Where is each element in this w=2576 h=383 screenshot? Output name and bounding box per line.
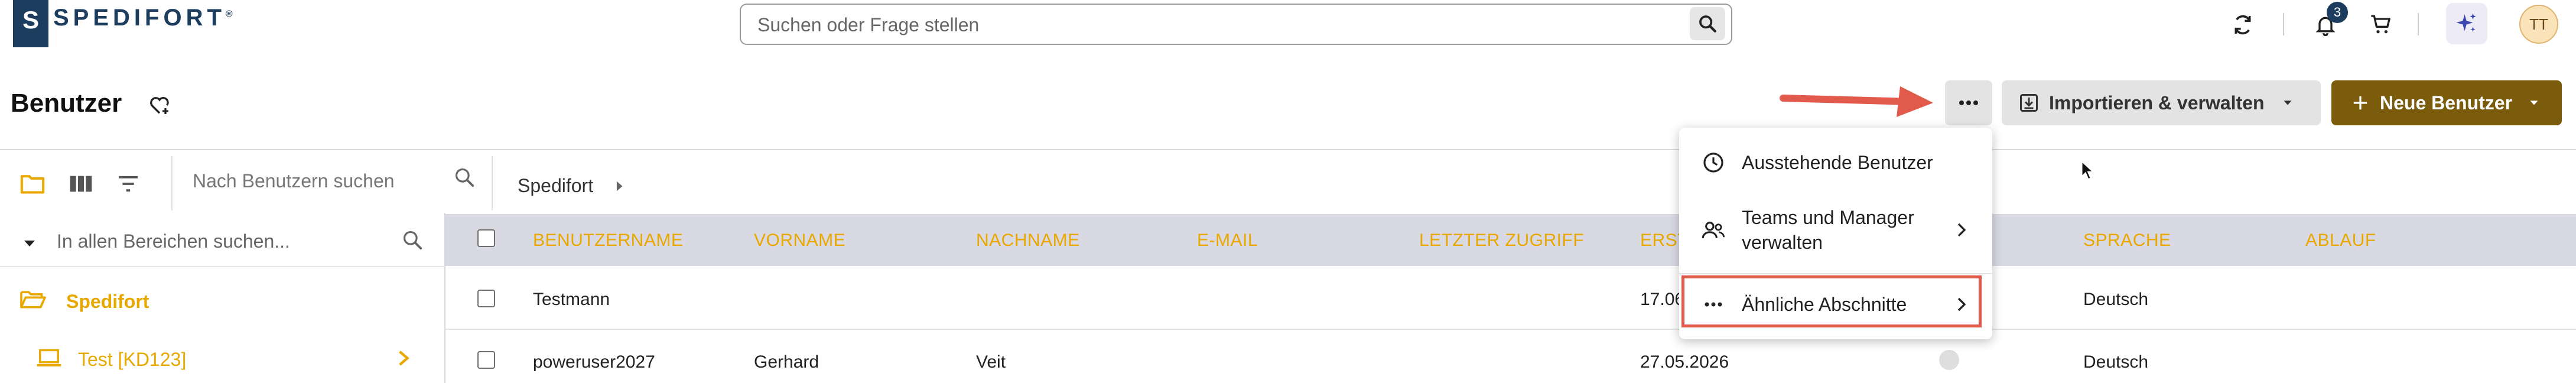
column-header-last-access[interactable]: LETZTER ZUGRIFF — [1419, 231, 1584, 251]
cart-icon[interactable] — [2367, 11, 2395, 39]
tree-item-spedifort[interactable]: Spedifort — [66, 291, 149, 313]
caret-down-icon — [2530, 100, 2538, 105]
mouse-cursor — [2081, 161, 2094, 181]
more-horizontal-icon — [1959, 100, 1978, 105]
chevron-right-icon[interactable] — [393, 348, 415, 369]
folder-open-icon — [17, 286, 50, 313]
cell-lastname: Veit — [976, 352, 1006, 372]
new-user-button[interactable]: Neue Benutzer — [2331, 80, 2562, 125]
logo-mark: S — [13, 0, 48, 47]
more-options-button[interactable] — [1945, 80, 1992, 125]
menu-item-teams-managers[interactable]: Teams und Manager verwalten — [1679, 197, 1992, 262]
sync-icon[interactable] — [2229, 11, 2257, 39]
new-user-label: Neue Benutzer — [2380, 92, 2513, 113]
search-icon[interactable] — [398, 226, 427, 254]
cell-language: Deutsch — [2083, 352, 2149, 372]
toolbar-separator — [171, 156, 173, 210]
import-manage-label: Importieren & verwalten — [2049, 92, 2265, 113]
global-search-placeholder: Suchen oder Frage stellen — [757, 14, 980, 35]
sparkle-icon — [2456, 13, 2476, 32]
svg-text:S: S — [22, 6, 39, 34]
header-divider — [2418, 13, 2419, 35]
column-header-email[interactable]: E-MAIL — [1197, 231, 1258, 251]
folder-view-icon[interactable] — [18, 169, 47, 199]
plus-icon — [2353, 96, 2367, 110]
breadcrumb[interactable]: Spedifort — [518, 175, 593, 197]
tree-item-test[interactable]: Test [KD123] — [78, 349, 186, 371]
select-all-checkbox[interactable] — [477, 229, 495, 247]
annotation-highlight-box — [1681, 275, 1982, 327]
favorite-add-icon[interactable] — [145, 91, 174, 119]
user-avatar[interactable]: TT — [2519, 5, 2558, 44]
tree-divider — [0, 266, 444, 267]
cell-username[interactable]: Testmann — [533, 290, 610, 310]
chevron-right-icon — [1956, 222, 1967, 238]
annotation-arrow — [1778, 83, 1938, 121]
import-manage-button[interactable]: Importieren & verwalten — [2002, 80, 2321, 125]
clock-icon — [1702, 151, 1725, 174]
search-button[interactable] — [1690, 7, 1725, 40]
cell-language: Deutsch — [2083, 290, 2149, 309]
menu-item-label: Ausstehende Benutzer — [1742, 152, 1933, 173]
row-checkbox[interactable] — [477, 351, 495, 369]
row-divider — [445, 329, 2576, 330]
laptop-icon — [34, 345, 64, 371]
toolbar-divider — [0, 149, 2576, 150]
columns-view-icon[interactable] — [66, 169, 96, 199]
import-icon — [2020, 94, 2038, 112]
people-icon — [1702, 218, 1725, 242]
menu-item-pending-users[interactable]: Ausstehende Benutzer — [1679, 141, 1992, 184]
collapse-icon[interactable] — [18, 234, 41, 253]
row-checkbox[interactable] — [477, 290, 495, 307]
caret-down-icon — [2284, 100, 2291, 105]
search-icon — [1699, 15, 1716, 33]
column-header-expiry[interactable]: ABLAUF — [2305, 231, 2376, 251]
user-search-input[interactable]: Nach Benutzern suchen — [193, 170, 395, 192]
breadcrumb-chevron-icon — [612, 177, 626, 195]
column-header-language[interactable]: SPRACHE — [2083, 231, 2171, 251]
cell-firstname: Gerhard — [754, 352, 819, 372]
header-divider — [2283, 13, 2284, 35]
tree-search-input[interactable]: In allen Bereichen suchen... — [57, 231, 290, 252]
menu-divider — [1679, 273, 1992, 274]
column-header-lastname[interactable]: NACHNAME — [976, 231, 1080, 251]
cell-created: 27.05.2026 — [1640, 352, 1729, 372]
menu-item-label: Teams und Manager verwalten — [1742, 207, 1914, 253]
page-title: Benutzer — [11, 89, 122, 118]
column-header-firstname[interactable]: VORNAME — [754, 231, 845, 251]
column-header-username[interactable]: BENUTZERNAME — [533, 231, 683, 251]
cell-created: 17.06 — [1640, 290, 1685, 309]
filter-icon[interactable] — [113, 169, 143, 199]
ai-assistant-button[interactable] — [2446, 3, 2487, 44]
logo-wordmark: SPEDIFORT® — [53, 5, 233, 31]
search-icon[interactable] — [450, 163, 479, 192]
status-indicator — [1939, 350, 1959, 370]
notification-count-badge: 3 — [2327, 2, 2348, 23]
toolbar-separator — [492, 156, 493, 210]
cell-username[interactable]: poweruser2027 — [533, 352, 655, 372]
